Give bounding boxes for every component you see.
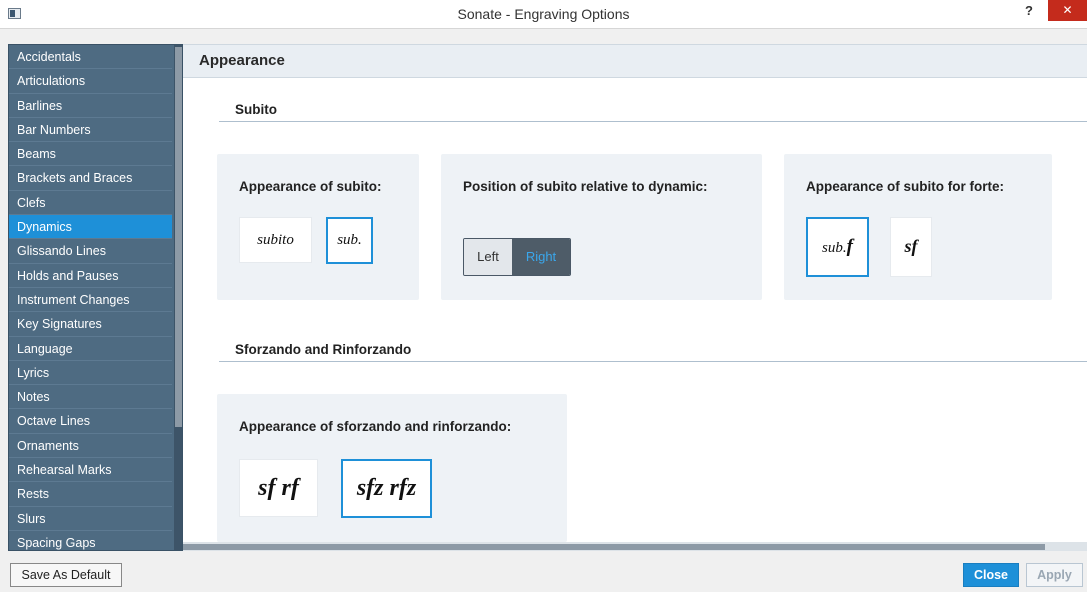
horizontal-scrollbar-thumb[interactable] xyxy=(183,544,1045,550)
help-button[interactable]: ? xyxy=(1016,0,1042,22)
sforzando-section-title: Sforzando and Rinforzando xyxy=(235,342,412,357)
sidebar-item-barlines[interactable]: Barlines xyxy=(9,94,172,118)
position-left-button[interactable]: Left xyxy=(464,239,512,275)
sforzando-appearance-card: Appearance of sforzando and rinforzando:… xyxy=(217,394,567,542)
forte-option-sub-f[interactable]: sub.f xyxy=(806,217,869,277)
position-right-button[interactable]: Right xyxy=(512,239,570,275)
position-toggle: Left Right xyxy=(463,238,571,276)
sidebar-item-clefs[interactable]: Clefs xyxy=(9,191,172,216)
sidebar-item-glissando-lines[interactable]: Glissando Lines xyxy=(9,239,172,264)
options-panel: Appearance Subito Appearance of subito: … xyxy=(183,44,1087,551)
forte-option-sub-prefix: sub. xyxy=(822,240,847,256)
subito-forte-title: Appearance of subito for forte: xyxy=(806,179,1005,194)
sidebar-item-holds-and-pauses[interactable]: Holds and Pauses xyxy=(9,264,172,288)
sidebar-item-rests[interactable]: Rests xyxy=(9,482,172,507)
sidebar-item-instrument-changes[interactable]: Instrument Changes xyxy=(9,288,172,313)
window-title: Sonate - Engraving Options xyxy=(457,6,630,22)
subito-option-full[interactable]: subito xyxy=(239,217,312,263)
sforzando-appearance-title: Appearance of sforzando and rinforzando: xyxy=(239,419,512,434)
forte-option-dynamic: f xyxy=(846,236,853,257)
sidebar-scrollbar-thumb[interactable] xyxy=(175,47,182,427)
subito-appearance-title: Appearance of subito: xyxy=(239,179,382,194)
category-sidebar: Accidentals Articulations Barlines Bar Numb… xyxy=(8,44,183,551)
apply-button[interactable]: Apply xyxy=(1026,563,1083,587)
sidebar-scrollbar[interactable] xyxy=(174,45,182,550)
forte-option-sf[interactable]: sf xyxy=(890,217,932,277)
subito-section-divider xyxy=(219,121,1087,122)
sforzando-option-sfz-rfz[interactable]: sfz rfz xyxy=(341,459,432,518)
panel-header: Appearance xyxy=(183,45,1087,78)
subito-forte-card: Appearance of subito for forte: sub.f sf xyxy=(784,154,1052,300)
sidebar-item-key-signatures[interactable]: Key Signatures xyxy=(9,312,172,337)
sidebar-item-articulations[interactable]: Articulations xyxy=(9,69,172,94)
sidebar-item-rehearsal-marks[interactable]: Rehearsal Marks xyxy=(9,458,172,483)
sidebar-item-dynamics[interactable]: Dynamics xyxy=(9,215,172,240)
title-bar: Sonate - Engraving Options ? ✕ xyxy=(0,0,1087,29)
sidebar-item-octave-lines[interactable]: Octave Lines xyxy=(9,409,172,434)
window-close-button[interactable]: ✕ xyxy=(1048,0,1087,21)
subito-appearance-card: Appearance of subito: subito sub. xyxy=(217,154,419,300)
subito-position-title: Position of subito relative to dynamic: xyxy=(463,179,708,194)
category-list: Accidentals Articulations Barlines Bar Numb… xyxy=(9,45,182,550)
sidebar-item-spacing-gaps[interactable]: Spacing Gaps xyxy=(9,531,172,550)
panel-title: Appearance xyxy=(199,52,285,69)
subito-option-abbrev[interactable]: sub. xyxy=(326,217,373,264)
horizontal-scrollbar[interactable] xyxy=(183,542,1087,551)
sidebar-item-accidentals[interactable]: Accidentals xyxy=(9,45,172,70)
sforzando-option-sf-rf[interactable]: sf rf xyxy=(239,459,318,517)
sidebar-item-brackets-and-braces[interactable]: Brackets and Braces xyxy=(9,166,172,191)
save-as-default-button[interactable]: Save As Default xyxy=(10,563,122,587)
close-button[interactable]: Close xyxy=(963,563,1019,587)
sidebar-item-ornaments[interactable]: Ornaments xyxy=(9,434,172,459)
sidebar-item-notes[interactable]: Notes xyxy=(9,385,172,410)
subito-position-card: Position of subito relative to dynamic: … xyxy=(441,154,762,300)
sidebar-item-slurs[interactable]: Slurs xyxy=(9,507,172,531)
sforzando-section-divider xyxy=(219,361,1087,362)
sidebar-item-lyrics[interactable]: Lyrics xyxy=(9,361,172,386)
sidebar-item-bar-numbers[interactable]: Bar Numbers xyxy=(9,118,172,143)
subito-section-title: Subito xyxy=(235,102,277,117)
sidebar-item-language[interactable]: Language xyxy=(9,337,172,361)
sidebar-item-beams[interactable]: Beams xyxy=(9,142,172,167)
